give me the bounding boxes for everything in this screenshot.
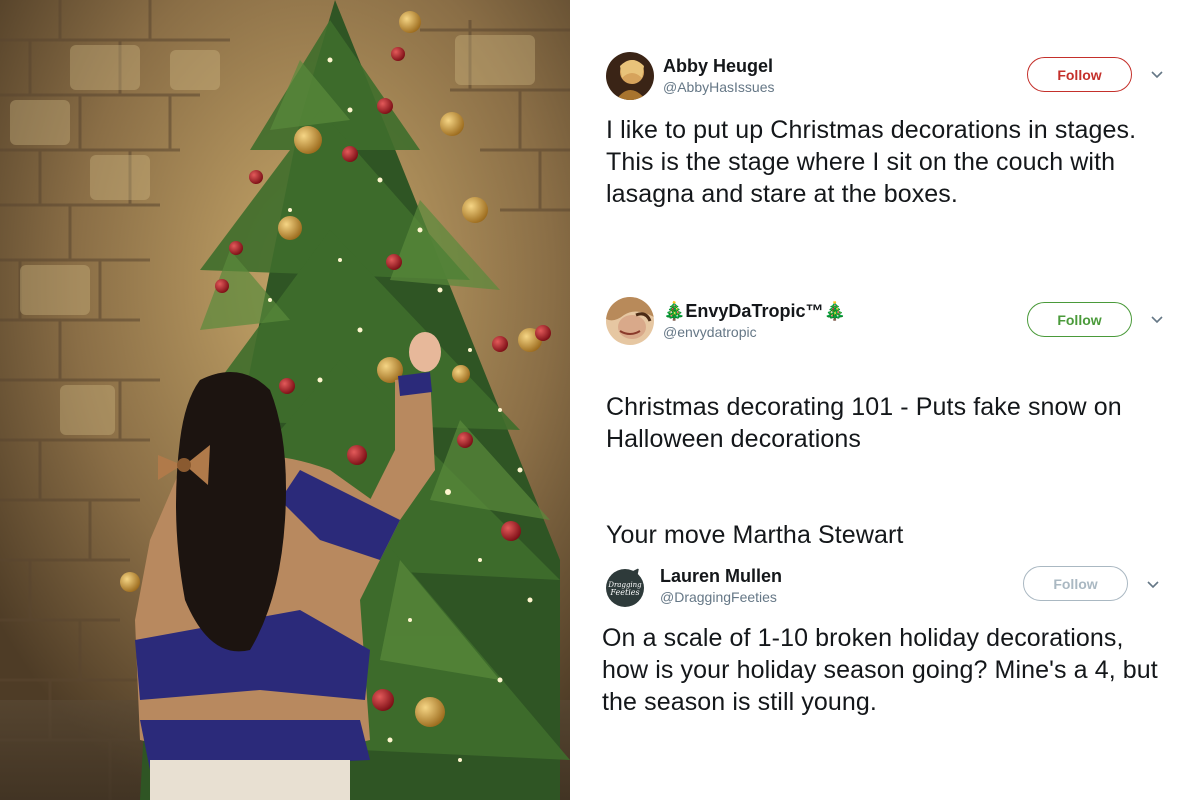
follow-button[interactable]: Follow	[1027, 302, 1132, 337]
tweet-paragraph: Your move Martha Stewart	[606, 521, 904, 549]
chevron-down-icon[interactable]	[1145, 576, 1161, 592]
christmas-tree-photo	[0, 0, 570, 800]
avatar-logo-text: Feeties	[609, 588, 639, 597]
tweet-header: Abby Heugel @AbbyHasIssues Follow	[570, 52, 1200, 102]
chevron-down-icon[interactable]	[1149, 66, 1165, 82]
follow-button[interactable]: Follow	[1027, 57, 1132, 92]
tweet-card: Dragging Feeties Lauren Mullen @Dragging…	[570, 562, 1200, 716]
avatar[interactable]	[606, 297, 654, 345]
tweet-text: Christmas decorating 101 - Puts fake sno…	[606, 359, 1166, 583]
display-name[interactable]: Lauren Mullen	[660, 564, 782, 588]
avatar[interactable]	[606, 52, 654, 100]
tweet-header: 🎄EnvyDaTropic™🎄 @envydatropic Follow	[570, 297, 1200, 347]
chevron-down-icon[interactable]	[1149, 311, 1165, 327]
tweet-header: Dragging Feeties Lauren Mullen @Dragging…	[570, 562, 1200, 612]
avatar[interactable]: Dragging Feeties	[603, 566, 651, 614]
author-block: 🎄EnvyDaTropic™🎄 @envydatropic	[663, 299, 846, 341]
tweet-text: I like to put up Christmas decorations i…	[606, 116, 1137, 208]
tweet-paragraph: Christmas decorating 101 - Puts fake sno…	[606, 393, 1122, 453]
user-handle[interactable]: @envydatropic	[663, 323, 846, 341]
user-handle[interactable]: @AbbyHasIssues	[663, 78, 774, 96]
tweet-card: 🎄EnvyDaTropic™🎄 @envydatropic Follow Chr…	[570, 297, 1200, 549]
tweet-card: Abby Heugel @AbbyHasIssues Follow I like…	[570, 52, 1200, 208]
follow-button[interactable]: Follow	[1023, 566, 1128, 601]
display-name[interactable]: 🎄EnvyDaTropic™🎄	[663, 299, 846, 323]
author-block: Abby Heugel @AbbyHasIssues	[663, 54, 774, 96]
tweet-text: On a scale of 1-10 broken holiday decora…	[602, 624, 1158, 716]
tweets-column: Abby Heugel @AbbyHasIssues Follow I like…	[570, 0, 1200, 800]
author-block: Lauren Mullen @DraggingFeeties	[660, 564, 782, 606]
user-handle[interactable]: @DraggingFeeties	[660, 588, 782, 606]
display-name[interactable]: Abby Heugel	[663, 54, 774, 78]
